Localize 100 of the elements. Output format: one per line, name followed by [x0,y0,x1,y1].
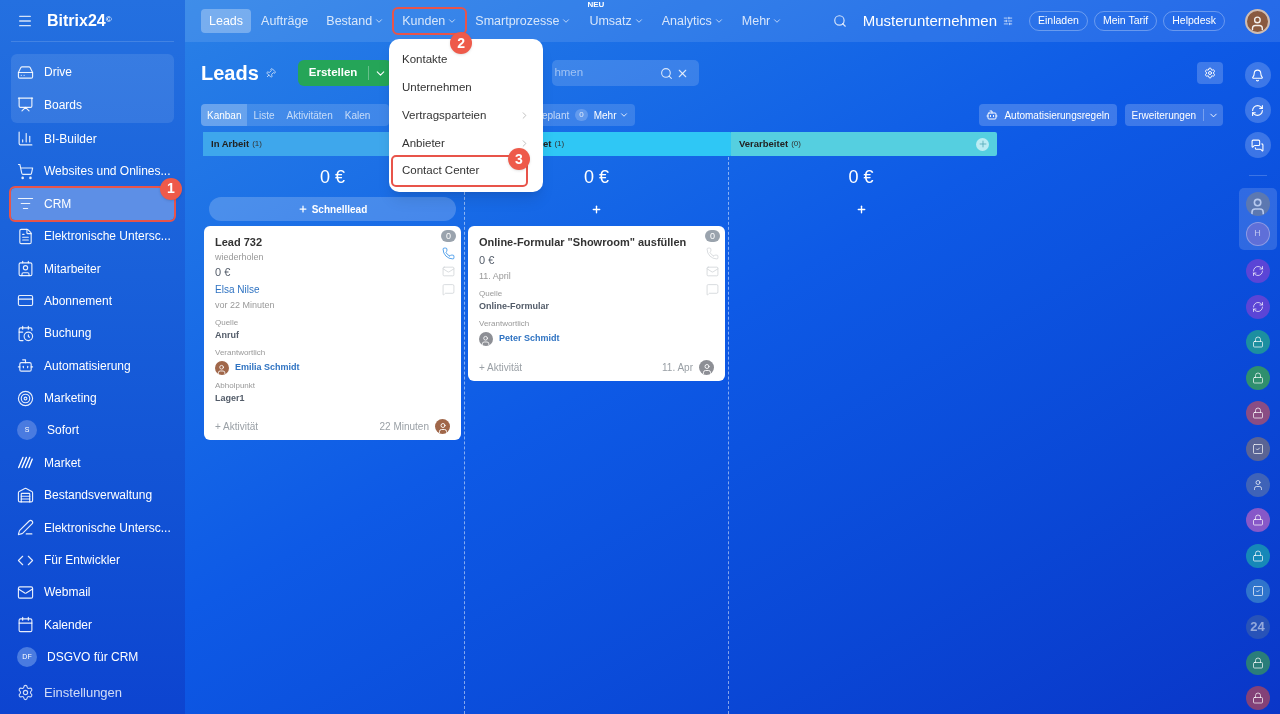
add-activity-link[interactable]: + Aktivität [215,419,259,434]
calendar-icon [17,324,34,342]
chat-avatar[interactable] [1245,650,1270,675]
caret-icon [374,16,385,26]
caret-icon [618,110,629,120]
chat-avatar[interactable]: 24 [1245,614,1270,639]
avatar [699,360,714,375]
sidebar-item[interactable]: Für Entwickler [11,543,126,577]
sidebar-item[interactable]: Automatisierung [11,349,137,382]
bar-chart-icon [17,130,34,148]
nav-tab[interactable]: Smartprozesse [467,9,580,33]
lead-card[interactable]: 0 Lead 732 wiederholen 0 € Elsa Nilse vor 22 Minuten Quelle Anruf Verantwortlich Emilia Schmidt Abholpunkt Lager1 + Aktivität 22 Minuten [204,226,461,440]
caret-icon [633,16,644,26]
settings-button[interactable] [1197,62,1223,84]
nav-tab[interactable]: Bestand [318,9,393,33]
sidebar-item[interactable]: Drive [11,56,78,89]
caret-icon [772,16,783,26]
sidebar-item[interactable]: Abonnement [11,284,119,318]
sidebar-item[interactable]: Webmail [11,576,97,609]
column-title: In Arbeit [211,136,250,151]
person-link[interactable]: Emilia Schmidt [235,361,300,375]
counter-badge: 0 [705,230,720,242]
counter-badge: 0 [575,109,588,121]
chat-avatar[interactable] [1245,365,1270,390]
cart-icon [17,162,34,180]
nav-tab[interactable]: Kunden [394,9,466,33]
id-card-icon [17,260,34,278]
column-sum: 0 € [320,166,345,189]
view-tab[interactable]: Kalen [338,104,377,126]
sidebar-item[interactable]: Kalender [11,608,99,642]
caret-icon [561,16,572,26]
chat-avatar[interactable] [1245,259,1270,283]
nav-tab[interactable]: Mehr [733,9,791,33]
callout-badge: 2 [450,32,473,54]
task-icon [1251,585,1264,598]
plus-icon [591,203,602,215]
chat-avatar[interactable] [1245,330,1270,355]
phone-icon[interactable] [442,247,455,260]
initial-avatar[interactable]: H [1245,222,1270,246]
column-count: (1) [252,138,262,150]
search-icon[interactable] [832,14,847,28]
chat-avatar[interactable] [1245,686,1270,711]
chat-avatar[interactable] [1245,472,1270,497]
person-link[interactable]: Peter Schmidt [499,332,560,346]
sidebar-item[interactable]: Bestandsverwaltung [11,479,159,512]
column-sum: 0 € [848,166,874,189]
contact-link[interactable]: Elsa Nilse [215,281,260,298]
card-title[interactable]: Online-Formular "Showroom" ausfüllen [479,233,687,251]
menu-item[interactable]: Vertragsparteien [389,101,530,130]
view-tab[interactable]: Aktivitäten [280,104,339,126]
chat-button[interactable] [1244,132,1271,158]
chat-avatar[interactable] [1245,543,1270,568]
plus-icon [977,139,988,149]
card-title[interactable]: Lead 732 [215,233,263,251]
warehouse-icon [17,486,34,504]
avatar-icon [1251,478,1264,491]
page-title: Leads [201,61,259,86]
lead-card[interactable]: 0 Online-Formular "Showroom" ausfüllen 0 € 11. April Quelle Online-Formular Verantwortlich Peter Schmidt + Aktivität 11. Apr [468,226,725,381]
column-count: (1) [554,138,565,150]
view-tab[interactable]: Kanban [201,104,248,126]
sidebar-item[interactable]: Buchung [11,317,98,350]
avatar [1245,192,1270,216]
counter-badge: 0 [441,230,456,242]
sidebar-item[interactable]: BI-Builder [11,122,103,156]
sidebar-item[interactable]: Market [11,446,87,480]
plus-icon [855,203,867,215]
chat-avatar[interactable] [1245,436,1270,461]
column-sum: 0 € [584,166,609,189]
mail-icon [17,583,34,601]
chat-avatar[interactable] [1245,508,1270,533]
more-button[interactable]: Mehr [593,107,629,123]
chat-avatar[interactable] [1245,401,1270,426]
card-amount: 0 € [479,253,495,268]
settings-item[interactable]: Einstellungen [11,676,174,709]
lock-icon [1251,514,1264,527]
search-icon[interactable] [660,66,674,80]
view-tab[interactable]: eplant [542,107,570,123]
column-count: (0) [791,138,801,150]
sidebar-item[interactable]: Boards [11,88,89,121]
column-header[interactable]: Verarbeitet (0) [731,132,997,156]
extensions-button[interactable]: Erweiterungen [1124,104,1223,126]
column-title: et [543,136,552,151]
nav-tab[interactable]: Aufträge [253,9,317,33]
chat-avatar[interactable] [1245,579,1270,604]
sidebar-item[interactable]: Mitarbeiter [11,252,107,285]
sidebar-item[interactable]: Marketing [11,381,103,415]
notification-button[interactable] [1244,62,1271,88]
add-activity-link[interactable]: + Aktivität [479,360,523,375]
avatar [1245,8,1270,34]
quick-add-button[interactable]: Schnelllead [209,197,456,221]
automation-button[interactable]: Automatisierungsregeln [979,104,1117,126]
nav-tab[interactable]: Analytics [653,9,732,33]
sliders-icon[interactable] [1003,16,1013,26]
chat-icon [1251,138,1264,152]
nav-tab[interactable]: Umsatz [581,9,652,33]
chat-avatar[interactable] [1245,294,1270,319]
logo[interactable]: Bitrix24$^{©}$ [47,8,112,33]
sidebar-item[interactable]: Elektronische Untersc... [11,511,177,544]
company-name[interactable]: Musterunternehmen [862,9,997,33]
sidebar-item[interactable]: Elektronische Untersc... [11,219,177,253]
